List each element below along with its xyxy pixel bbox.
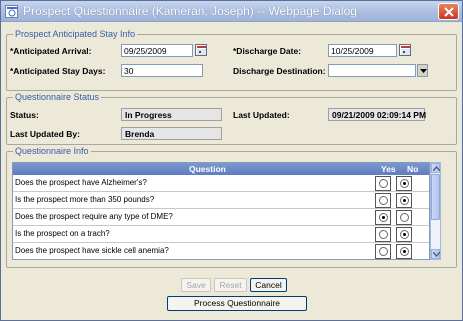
reset-button[interactable]: Reset — [214, 278, 247, 292]
radio-selected-dot — [403, 250, 406, 253]
radio-circle — [379, 230, 388, 239]
close-icon — [444, 7, 454, 17]
dialog-window: Prospect Questionnaire (Kameran, Joseph)… — [0, 0, 463, 321]
question-row: Does the prospect have sickle cell anemi… — [13, 243, 429, 259]
chevron-up-icon — [433, 166, 440, 171]
question-row: Does the prospect require any type of DM… — [13, 209, 429, 226]
scroll-down-button[interactable] — [431, 249, 440, 259]
chevron-down-icon — [420, 69, 427, 73]
radio-circle — [400, 213, 409, 222]
no-column-header: No — [407, 164, 419, 174]
radio-circle — [379, 179, 388, 188]
question-row: Is the prospect more than 350 pounds? — [13, 192, 429, 209]
question-text: Is the prospect more than 350 pounds? — [15, 195, 155, 204]
question-text: Does the prospect have Alzheimer's? — [15, 178, 147, 187]
no-radio[interactable] — [396, 193, 412, 208]
last-updated-label: Last Updated: — [233, 110, 290, 120]
chevron-down-icon — [433, 252, 440, 257]
radio-circle — [400, 247, 409, 256]
status-value: In Progress — [121, 108, 222, 121]
close-button[interactable] — [438, 3, 459, 20]
destination-select[interactable] — [328, 64, 416, 77]
radio-selected-dot — [382, 216, 385, 219]
cancel-button[interactable]: Cancel — [250, 278, 287, 292]
question-text: Does the prospect require any type of DM… — [15, 212, 173, 221]
radio-selected-dot — [403, 233, 406, 236]
status-label: Status: — [10, 110, 39, 120]
question-column-header: Question — [189, 164, 226, 174]
radio-circle — [379, 213, 388, 222]
arrival-label: *Anticipated Arrival: — [10, 46, 92, 56]
yes-column-header: Yes — [381, 164, 396, 174]
no-radio[interactable] — [396, 176, 412, 191]
question-text: Is the prospect on a trach? — [15, 229, 110, 238]
question-table: Question Yes No Does the prospect have A… — [12, 162, 430, 260]
arrival-calendar-icon[interactable] — [195, 44, 207, 56]
window-title: Prospect Questionnaire (Kameran, Joseph)… — [23, 4, 357, 18]
radio-circle — [379, 196, 388, 205]
stay-info-group: Prospect Anticipated Stay Info *Anticipa… — [6, 29, 457, 91]
question-row: Is the prospect on a trach? — [13, 226, 429, 243]
question-table-header: Question Yes No — [13, 163, 429, 175]
scroll-up-button[interactable] — [431, 163, 440, 173]
updated-by-label: Last Updated By: — [10, 129, 80, 139]
destination-label: Discharge Destination: — [233, 66, 326, 76]
discharge-date-input[interactable]: 10/25/2009 — [328, 44, 397, 57]
radio-circle — [379, 247, 388, 256]
title-bar[interactable]: Prospect Questionnaire (Kameran, Joseph)… — [1, 1, 462, 22]
no-radio[interactable] — [396, 227, 412, 242]
discharge-date-label: *Discharge Date: — [233, 46, 302, 56]
question-row: Does the prospect have Alzheimer's? — [13, 175, 429, 192]
process-questionnaire-button[interactable]: Process Questionnaire — [167, 296, 307, 311]
stay-days-label: *Anticipated Stay Days: — [10, 66, 106, 76]
stay-days-input[interactable]: 30 — [121, 64, 203, 77]
radio-selected-dot — [403, 199, 406, 202]
updated-by-value: Brenda — [121, 127, 222, 140]
last-updated-value: 09/21/2009 02:09:14 PM — [328, 108, 426, 121]
questionnaire-group: Questionnaire Info Question Yes No Does … — [6, 146, 457, 268]
status-group: Questionnaire Status Status: In Progress… — [6, 92, 457, 145]
question-scrollbar[interactable] — [430, 162, 441, 260]
radio-selected-dot — [403, 182, 406, 185]
arrival-input[interactable]: 09/25/2009 — [121, 44, 193, 57]
question-text: Does the prospect have sickle cell anemi… — [15, 246, 169, 255]
yes-radio[interactable] — [375, 244, 391, 259]
yes-radio[interactable] — [375, 193, 391, 208]
dialog-body: Prospect Anticipated Stay Info *Anticipa… — [4, 23, 459, 319]
status-legend: Questionnaire Status — [13, 92, 102, 102]
no-radio[interactable] — [396, 210, 412, 225]
questionnaire-legend: Questionnaire Info — [13, 146, 91, 156]
scroll-thumb[interactable] — [431, 174, 440, 220]
radio-circle — [400, 196, 409, 205]
radio-circle — [400, 179, 409, 188]
save-button[interactable]: Save — [181, 278, 211, 292]
webpage-icon — [5, 5, 18, 18]
yes-radio[interactable] — [375, 210, 391, 225]
yes-radio[interactable] — [375, 227, 391, 242]
discharge-calendar-icon[interactable] — [399, 44, 411, 56]
radio-circle — [400, 230, 409, 239]
yes-radio[interactable] — [375, 176, 391, 191]
no-radio[interactable] — [396, 244, 412, 259]
destination-dropdown-button[interactable] — [417, 64, 428, 77]
stay-info-legend: Prospect Anticipated Stay Info — [13, 29, 138, 39]
